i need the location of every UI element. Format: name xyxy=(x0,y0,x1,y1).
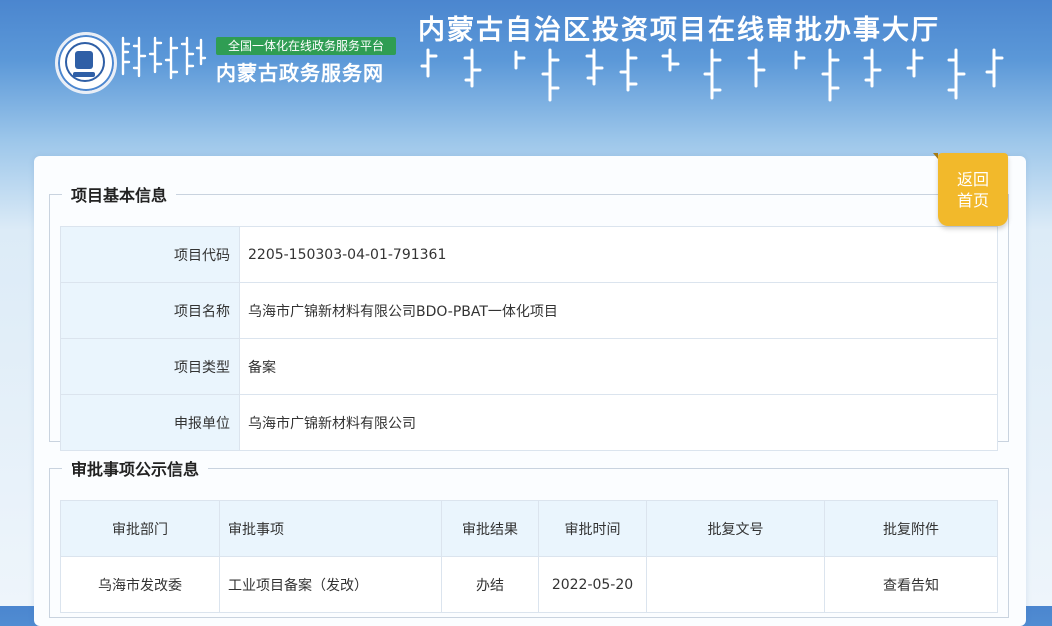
table-row: 项目名称 乌海市广锦新材料有限公司BDO-PBAT一体化项目 xyxy=(60,282,998,339)
basic-info-section: 项目基本信息 项目代码 2205-150303-04-01-791361 项目名… xyxy=(49,182,1009,451)
table-row: 项目类型 备案 xyxy=(60,338,998,395)
cell-date: 2022-05-20 xyxy=(538,556,647,613)
project-name-label: 项目名称 xyxy=(60,282,240,339)
col-header-result: 审批结果 xyxy=(441,500,539,557)
approval-info-section: 审批事项公示信息 审批部门 审批事项 审批结果 审批时间 批复文号 批复附件 乌… xyxy=(49,456,1009,618)
platform-badge: 全国一体化在线政务服务平台 xyxy=(216,37,396,55)
applicant-value: 乌海市广锦新材料有限公司 xyxy=(239,394,998,451)
basic-info-title: 项目基本信息 xyxy=(71,186,168,205)
mongolian-script-title xyxy=(420,48,1004,102)
approval-info-title: 审批事项公示信息 xyxy=(71,460,200,479)
col-header-attachment: 批复附件 xyxy=(824,500,998,557)
back-home-label-1: 返回 xyxy=(956,169,989,189)
project-code-value: 2205-150303-04-01-791361 xyxy=(239,226,998,283)
basic-info-table: 项目代码 2205-150303-04-01-791361 项目名称 乌海市广锦… xyxy=(60,226,998,451)
project-code-label: 项目代码 xyxy=(60,226,240,283)
mongolian-script-logo xyxy=(121,36,207,80)
approval-table: 审批部门 审批事项 审批结果 审批时间 批复文号 批复附件 乌海市发改委 工业项… xyxy=(60,500,998,613)
back-home-label-2: 首页 xyxy=(956,190,989,210)
col-header-doc-no: 批复文号 xyxy=(646,500,825,557)
col-header-date: 审批时间 xyxy=(538,500,647,557)
view-notice-link[interactable]: 查看告知 xyxy=(883,578,939,594)
page-header: 全国一体化在线政务服务平台 内蒙古政务服务网 内蒙古自治区投资项目在线审批办事大… xyxy=(0,0,1052,150)
cell-doc-no xyxy=(646,556,825,613)
emblem-logo xyxy=(55,32,117,94)
cell-result: 办结 xyxy=(441,556,539,613)
table-row: 申报单位 乌海市广锦新材料有限公司 xyxy=(60,394,998,451)
platform-name: 内蒙古政务服务网 xyxy=(216,61,384,85)
project-name-value: 乌海市广锦新材料有限公司BDO-PBAT一体化项目 xyxy=(239,282,998,339)
cell-dept: 乌海市发改委 xyxy=(60,556,220,613)
cell-attachment: 查看告知 xyxy=(824,556,998,613)
project-type-label: 项目类型 xyxy=(60,338,240,395)
col-header-item: 审批事项 xyxy=(219,500,442,557)
back-home-button[interactable]: 返回 首页 xyxy=(933,153,1008,226)
table-row: 乌海市发改委 工业项目备案（发改） 办结 2022-05-20 查看告知 xyxy=(60,556,998,613)
applicant-label: 申报单位 xyxy=(60,394,240,451)
table-row: 项目代码 2205-150303-04-01-791361 xyxy=(60,226,998,283)
table-header-row: 审批部门 审批事项 审批结果 审批时间 批复文号 批复附件 xyxy=(60,500,998,557)
project-type-value: 备案 xyxy=(239,338,998,395)
col-header-dept: 审批部门 xyxy=(60,500,220,557)
cell-item: 工业项目备案（发改） xyxy=(219,556,442,613)
hall-title: 内蒙古自治区投资项目在线审批办事大厅 xyxy=(418,15,940,46)
